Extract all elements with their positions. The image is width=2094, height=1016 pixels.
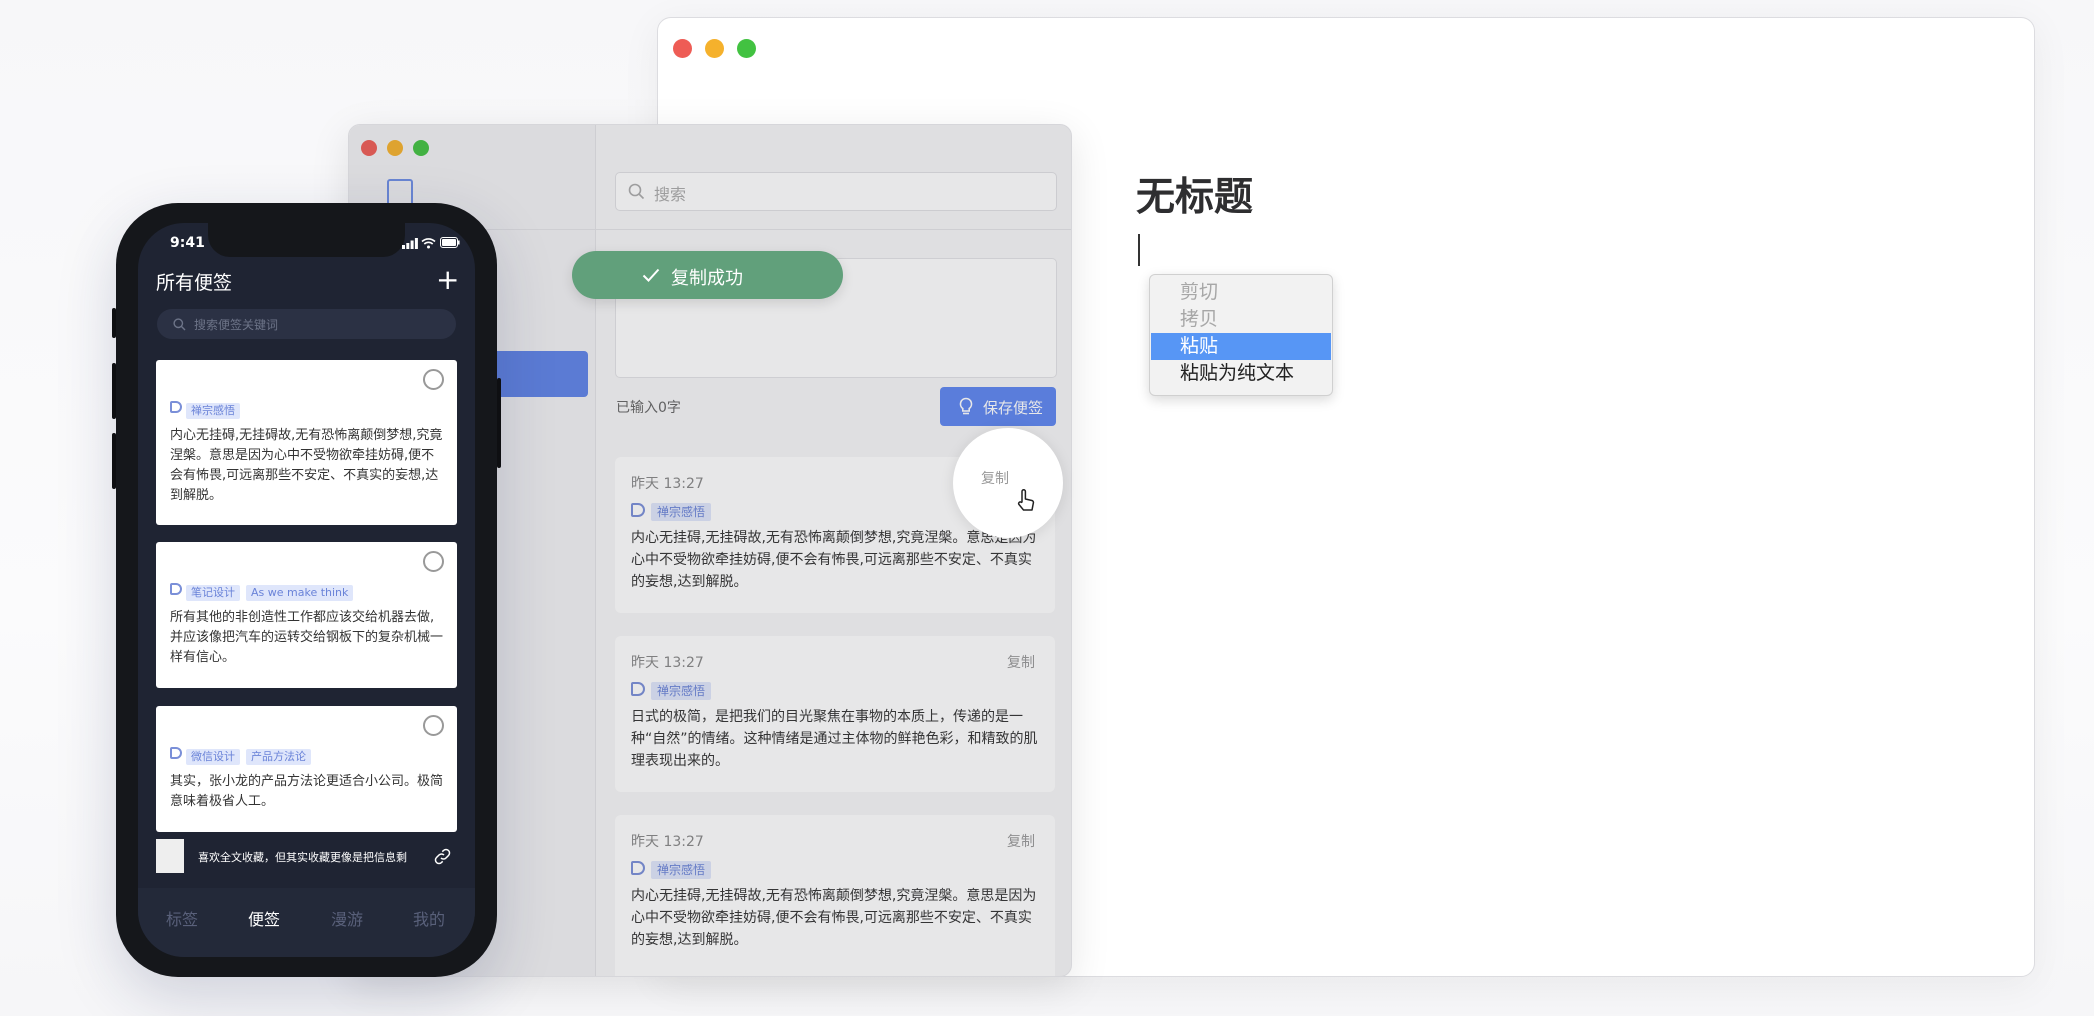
- refresh-icon[interactable]: [423, 715, 444, 736]
- note-card[interactable]: 昨天 13:27 禅宗感悟 内心无挂碍,无挂碍故,无有恐怖离颠倒梦想,究竟涅槃。…: [156, 360, 457, 525]
- text-caret: [1138, 234, 1140, 266]
- menu-item-copy[interactable]: 拷贝: [1151, 306, 1331, 333]
- phone-notch: [208, 223, 405, 257]
- battery-icon: [440, 237, 460, 248]
- tag-icon: [170, 401, 182, 413]
- close-window-button[interactable]: [673, 39, 692, 58]
- bottom-tab-bar: 标签 便签 漫游 我的: [138, 888, 475, 957]
- copy-success-toast: 复制成功: [572, 251, 843, 299]
- note-tag[interactable]: 禅宗感悟: [186, 403, 240, 419]
- tab-tags[interactable]: 标签: [166, 906, 198, 930]
- document-title[interactable]: 无标题: [1136, 166, 1253, 222]
- note-tag[interactable]: 笔记设计: [186, 585, 240, 601]
- phone-device: 9:41 所有便签 + 搜索便签关键词 昨天 13:27 禅宗感悟 内心无挂碍,…: [112, 203, 501, 977]
- status-time: 9:41: [170, 235, 205, 251]
- phone-power-button: [497, 378, 501, 468]
- tag-icon: [170, 583, 182, 595]
- minimize-window-button[interactable]: [705, 39, 724, 58]
- copy-button-highlight[interactable]: 复制: [981, 468, 1009, 488]
- phone-screen: 9:41 所有便签 + 搜索便签关键词 昨天 13:27 禅宗感悟 内心无挂碍,…: [138, 223, 475, 957]
- toast-message: 复制成功: [671, 268, 743, 289]
- tag-icon: [170, 747, 182, 759]
- phone-volume-up: [112, 363, 116, 419]
- cursor-highlight: 复制: [953, 428, 1063, 538]
- refresh-icon[interactable]: [423, 369, 444, 390]
- note-body: 内心无挂碍,无挂碍故,无有恐怖离颠倒梦想,究竟涅槃。意思是因为心中不受物欲牵挂妨…: [170, 428, 443, 503]
- menu-item-paste[interactable]: 粘贴: [1151, 333, 1331, 360]
- note-time: 05/18 21:46: [188, 554, 282, 570]
- link-thumbnail: [156, 839, 184, 873]
- note-card[interactable]: 05/18 21:46 微信设计 产品方法论 其实，张小龙的产品方法论更适合小公司…: [156, 706, 457, 832]
- search-placeholder: 搜索便签关键词: [194, 318, 279, 332]
- signal-icon: [402, 238, 418, 249]
- note-body: 其实，张小龙的产品方法论更适合小公司。极简意味着极省人工。: [170, 774, 444, 809]
- phone-search-input[interactable]: 搜索便签关键词: [157, 309, 456, 339]
- note-tags: 禅宗感悟: [170, 399, 240, 419]
- note-tags: 笔记设计 As we make think: [170, 581, 354, 601]
- wifi-icon: [421, 238, 436, 249]
- phone-side-button: [112, 308, 116, 338]
- tab-notes[interactable]: 便签: [248, 906, 280, 930]
- menu-item-cut[interactable]: 剪切: [1151, 279, 1331, 306]
- context-menu: 剪切 拷贝 粘贴 粘贴为纯文本: [1149, 274, 1333, 396]
- checkmark-icon: [642, 268, 660, 282]
- note-tag[interactable]: As we make think: [246, 585, 354, 601]
- tab-me[interactable]: 我的: [413, 906, 445, 930]
- note-time: 05/18 21:46: [188, 718, 282, 734]
- phone-volume-down: [112, 433, 116, 489]
- tab-roam[interactable]: 漫游: [331, 906, 363, 930]
- note-card[interactable]: 05/18 21:46 笔记设计 As we make think 所有其他的非创…: [156, 542, 457, 688]
- note-tag[interactable]: 产品方法论: [246, 749, 311, 765]
- search-icon: [173, 318, 186, 331]
- page-title: 所有便签: [156, 272, 233, 294]
- hand-pointer-icon: [1017, 489, 1035, 511]
- note-body: 所有其他的非创造性工作都应该交给机器去做,并应该像把汽车的运转交给钢板下的复杂机…: [170, 610, 444, 665]
- note-tag[interactable]: 微信设计: [186, 749, 240, 765]
- note-time: 昨天 13:27: [188, 375, 266, 391]
- add-note-button[interactable]: +: [436, 263, 459, 296]
- menu-item-paste-plain[interactable]: 粘贴为纯文本: [1151, 360, 1331, 387]
- maximize-window-button[interactable]: [737, 39, 756, 58]
- link-note-text: 喜欢全文收藏，但其实收藏更像是把信息剩: [198, 851, 407, 864]
- link-note-item[interactable]: 喜欢全文收藏，但其实收藏更像是把信息剩: [156, 839, 457, 873]
- link-icon[interactable]: [434, 848, 451, 865]
- note-tags: 微信设计 产品方法论: [170, 745, 311, 765]
- refresh-icon[interactable]: [423, 551, 444, 572]
